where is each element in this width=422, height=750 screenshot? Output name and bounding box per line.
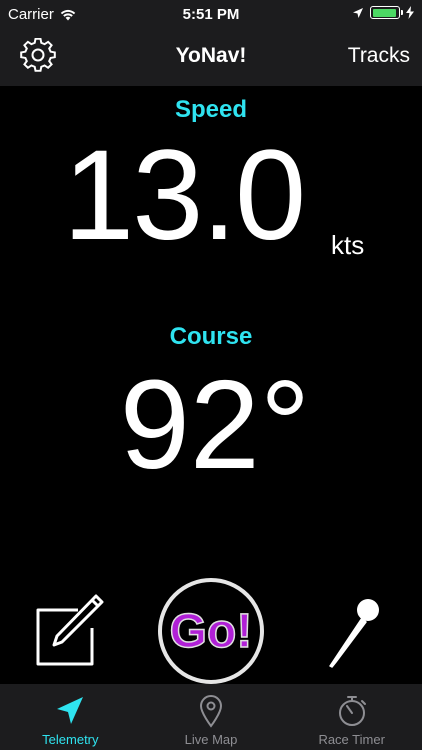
navigation-arrow-icon xyxy=(57,697,84,724)
charging-bolt-icon xyxy=(406,6,414,19)
tab-label-race-timer: Race Timer xyxy=(318,732,385,747)
stopwatch-icon xyxy=(338,696,366,726)
map-pin-icon xyxy=(199,695,223,728)
speed-value: 13.0 xyxy=(63,124,306,267)
nav-bar: YoNav! Tracks xyxy=(0,30,422,86)
tab-label-live-map: Live Map xyxy=(184,732,238,747)
tab-label-telemetry: Telemetry xyxy=(42,732,99,747)
course-label: Course xyxy=(169,323,253,350)
pin-icon[interactable] xyxy=(322,594,386,670)
course-value: 92° xyxy=(119,354,311,495)
tab-race-timer[interactable]: Race Timer xyxy=(281,684,422,750)
go-label: Go! xyxy=(169,604,253,659)
status-bar: Carrier 5:51 PM xyxy=(0,0,422,30)
tab-telemetry[interactable]: Telemetry xyxy=(0,684,141,750)
location-arrow-icon xyxy=(353,7,363,18)
go-button[interactable]: Go! xyxy=(158,578,264,684)
edit-note-icon[interactable] xyxy=(34,594,106,666)
tab-live-map[interactable]: Live Map xyxy=(141,684,282,750)
tracks-button[interactable]: Tracks xyxy=(348,44,410,68)
speed-unit: kts xyxy=(331,230,365,260)
battery-icon xyxy=(370,6,403,19)
status-right-group xyxy=(352,6,414,19)
speed-label: Speed xyxy=(174,96,248,123)
tab-bar: Telemetry Live Map Race Timer xyxy=(0,684,422,750)
